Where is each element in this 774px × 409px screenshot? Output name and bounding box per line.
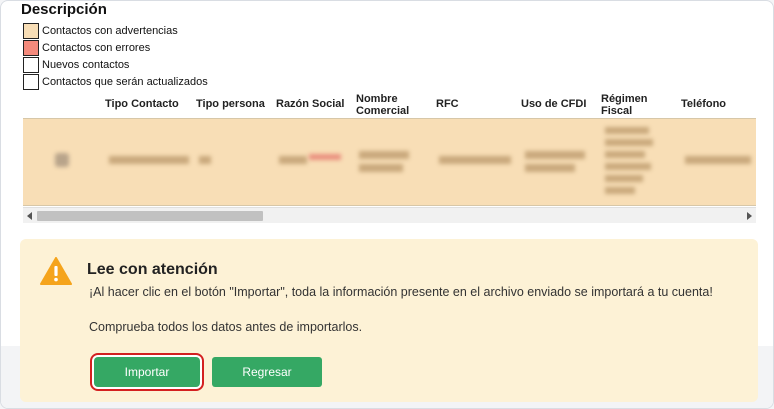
redacted-error-mark (309, 154, 341, 160)
redacted-cell (199, 156, 211, 164)
legend-label: Contactos que serán actualizados (42, 76, 208, 88)
redacted-cell (605, 139, 653, 146)
back-button[interactable]: Regresar (212, 357, 322, 387)
redacted-cell (525, 151, 585, 159)
redacted-cell (359, 164, 403, 172)
alert-title: Lee con atención (87, 261, 218, 278)
section-title: Descripción (21, 1, 107, 18)
column-header-rfc[interactable]: RFC (436, 98, 459, 110)
table-row[interactable] (23, 118, 756, 206)
redacted-cell (605, 187, 635, 194)
column-header-regimen-fiscal[interactable]: Régimen Fiscal (601, 93, 656, 117)
column-header-tipo-persona[interactable]: Tipo persona (196, 98, 265, 110)
import-preview-panel: Descripción Contactos con advertencias C… (0, 0, 774, 409)
redacted-cell (605, 175, 643, 182)
scroll-left-arrow-icon[interactable] (27, 212, 32, 220)
redacted-cell (359, 151, 409, 159)
column-header-telefono[interactable]: Teléfono (681, 98, 726, 110)
scroll-right-arrow-icon[interactable] (747, 212, 752, 220)
row-checkbox-icon (55, 153, 69, 167)
redacted-cell (279, 156, 307, 164)
redacted-cell (605, 151, 645, 158)
redacted-cell (605, 127, 649, 134)
legend-swatch-new (23, 57, 39, 73)
column-header-tipo-contacto[interactable]: Tipo Contacto (105, 98, 179, 110)
redacted-cell (605, 163, 651, 170)
redacted-cell (109, 156, 189, 164)
column-header-uso-cfdi[interactable]: Uso de CFDI (521, 98, 586, 110)
redacted-cell (685, 156, 751, 164)
redacted-cell (525, 164, 575, 172)
import-button[interactable]: Importar (94, 357, 200, 387)
scroll-thumb[interactable] (37, 211, 263, 221)
warning-triangle-icon (40, 257, 72, 285)
legend-swatch-updated (23, 74, 39, 90)
legend-label: Contactos con advertencias (42, 25, 178, 37)
legend-swatch-warnings (23, 23, 39, 39)
warning-alert: Lee con atención ¡Al hacer clic en el bo… (20, 239, 758, 402)
alert-message: ¡Al hacer clic en el botón "Importar", t… (89, 285, 713, 299)
legend-label: Nuevos contactos (42, 59, 130, 71)
legend-label: Contactos con errores (42, 42, 151, 54)
legend-swatch-errors (23, 40, 39, 56)
column-header-nombre-comercial[interactable]: Nombre Comercial (356, 93, 416, 117)
redacted-cell (439, 156, 511, 164)
column-header-razon-social[interactable]: Razón Social (276, 98, 344, 110)
alert-message-secondary: Comprueba todos los datos antes de impor… (89, 320, 363, 334)
horizontal-scrollbar[interactable] (23, 207, 756, 223)
